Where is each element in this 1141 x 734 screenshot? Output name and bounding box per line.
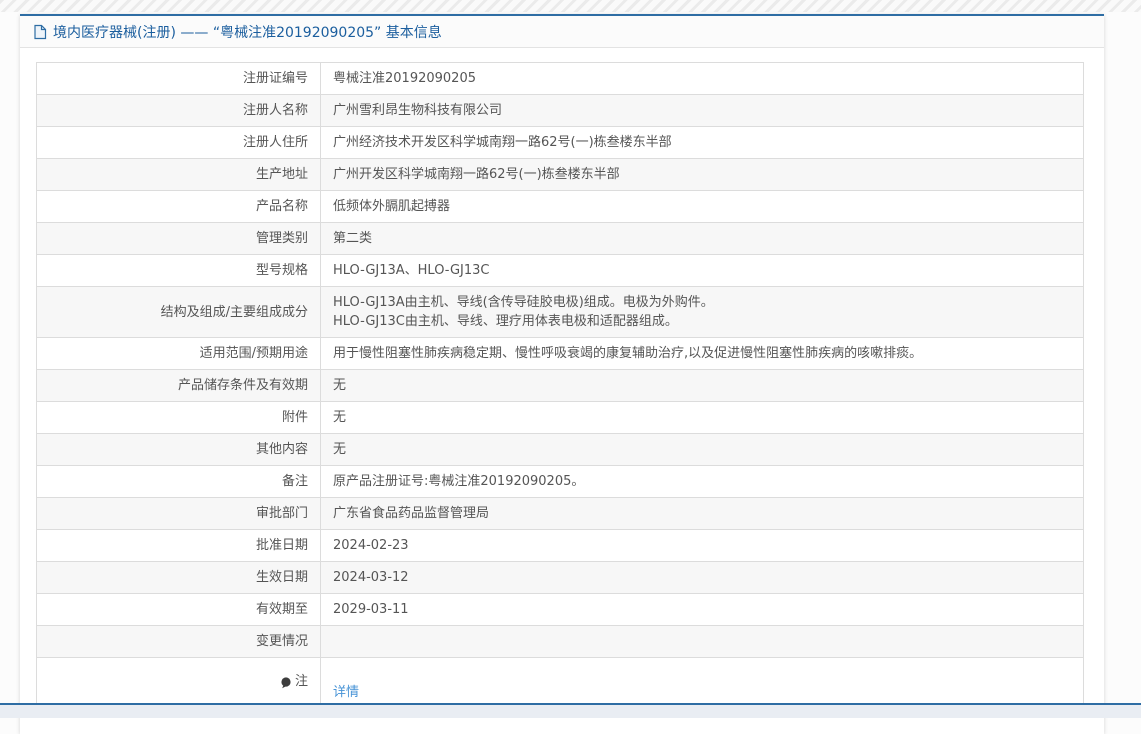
table-row-storage-conditions: 产品储存条件及有效期 无	[37, 370, 1084, 402]
row-label: 其他内容	[37, 434, 321, 466]
table-row-production-address: 生产地址 广州开发区科学城南翔一路62号(一)栋叁楼东半部	[37, 159, 1084, 191]
row-label: 结构及组成/主要组成成分	[37, 287, 321, 338]
table-row-expiry-date: 有效期至 2029-03-11	[37, 594, 1084, 626]
table-row-attachments: 附件 无	[37, 402, 1084, 434]
row-value	[321, 626, 1084, 658]
row-value: HLO-GJ13A由主机、导线(含传导硅胶电极)组成。电极为外购件。 HLO-G…	[321, 287, 1084, 338]
row-value: 2024-03-12	[321, 562, 1084, 594]
row-value: 粤械注准20192090205	[321, 63, 1084, 95]
document-icon	[33, 24, 47, 40]
page-top-stripes	[0, 0, 1141, 12]
row-label: 注	[37, 658, 321, 709]
balloon-note-icon	[280, 677, 292, 689]
row-label: 生产地址	[37, 159, 321, 191]
row-value: 用于慢性阻塞性肺疾病稳定期、慢性呼吸衰竭的康复辅助治疗,以及促进慢性阻塞性肺疾病…	[321, 338, 1084, 370]
row-value: 无	[321, 402, 1084, 434]
row-label: 变更情况	[37, 626, 321, 658]
row-label: 管理类别	[37, 223, 321, 255]
table-row-other-content: 其他内容 无	[37, 434, 1084, 466]
row-label: 有效期至	[37, 594, 321, 626]
row-value: 原产品注册证号:粤械注准20192090205。	[321, 466, 1084, 498]
row-label: 备注	[37, 466, 321, 498]
table-row-management-class: 管理类别 第二类	[37, 223, 1084, 255]
row-label: 审批部门	[37, 498, 321, 530]
row-label: 生效日期	[37, 562, 321, 594]
registration-info-panel: 境内医疗器械(注册) —— “粤械注准20192090205” 基本信息 注册证…	[20, 14, 1104, 734]
row-value: 广州开发区科学城南翔一路62号(一)栋叁楼东半部	[321, 159, 1084, 191]
table-row-note: 注 详情	[37, 658, 1084, 709]
row-label: 批准日期	[37, 530, 321, 562]
row-label: 注册人住所	[37, 127, 321, 159]
table-row-model-spec: 型号规格 HLO-GJ13A、HLO-GJ13C	[37, 255, 1084, 287]
table-row-registrant-name: 注册人名称 广州雪利昂生物科技有限公司	[37, 95, 1084, 127]
table-row-reg-number: 注册证编号 粤械注准20192090205	[37, 63, 1084, 95]
row-value: 2029-03-11	[321, 594, 1084, 626]
table-row-product-name: 产品名称 低频体外膈肌起搏器	[37, 191, 1084, 223]
row-label: 附件	[37, 402, 321, 434]
row-value: 2024-02-23	[321, 530, 1084, 562]
row-label: 产品名称	[37, 191, 321, 223]
row-value: 广东省食品药品监督管理局	[321, 498, 1084, 530]
row-label: 适用范围/预期用途	[37, 338, 321, 370]
table-row-approval-date: 批准日期 2024-02-23	[37, 530, 1084, 562]
row-value: 第二类	[321, 223, 1084, 255]
row-value: 无	[321, 370, 1084, 402]
detail-link[interactable]: 详情	[333, 685, 359, 700]
table-row-change-status: 变更情况	[37, 626, 1084, 658]
row-value: 详情	[321, 658, 1084, 709]
registration-table-body: 注册证编号 粤械注准20192090205 注册人名称 广州雪利昂生物科技有限公…	[37, 63, 1084, 709]
row-value: 广州经济技术开发区科学城南翔一路62号(一)栋叁楼东半部	[321, 127, 1084, 159]
table-row-approval-department: 审批部门 广东省食品药品监督管理局	[37, 498, 1084, 530]
registration-info-table: 注册证编号 粤械注准20192090205 注册人名称 广州雪利昂生物科技有限公…	[36, 62, 1084, 709]
row-value: 低频体外膈肌起搏器	[321, 191, 1084, 223]
row-value: 无	[321, 434, 1084, 466]
row-label: 型号规格	[37, 255, 321, 287]
note-label-text: 注	[295, 672, 308, 691]
footer-bar	[0, 705, 1141, 718]
panel-header: 境内医疗器械(注册) —— “粤械注准20192090205” 基本信息	[20, 14, 1104, 48]
row-value: HLO-GJ13A、HLO-GJ13C	[321, 255, 1084, 287]
table-row-remarks: 备注 原产品注册证号:粤械注准20192090205。	[37, 466, 1084, 498]
row-label: 注册证编号	[37, 63, 321, 95]
table-row-structure-composition: 结构及组成/主要组成成分 HLO-GJ13A由主机、导线(含传导硅胶电极)组成。…	[37, 287, 1084, 338]
row-label: 产品储存条件及有效期	[37, 370, 321, 402]
table-row-registrant-address: 注册人住所 广州经济技术开发区科学城南翔一路62号(一)栋叁楼东半部	[37, 127, 1084, 159]
table-row-intended-use: 适用范围/预期用途 用于慢性阻塞性肺疾病稳定期、慢性呼吸衰竭的康复辅助治疗,以及…	[37, 338, 1084, 370]
table-row-effective-date: 生效日期 2024-03-12	[37, 562, 1084, 594]
page-title: 境内医疗器械(注册) —— “粤械注准20192090205” 基本信息	[53, 22, 442, 42]
row-label: 注册人名称	[37, 95, 321, 127]
row-value: 广州雪利昂生物科技有限公司	[321, 95, 1084, 127]
